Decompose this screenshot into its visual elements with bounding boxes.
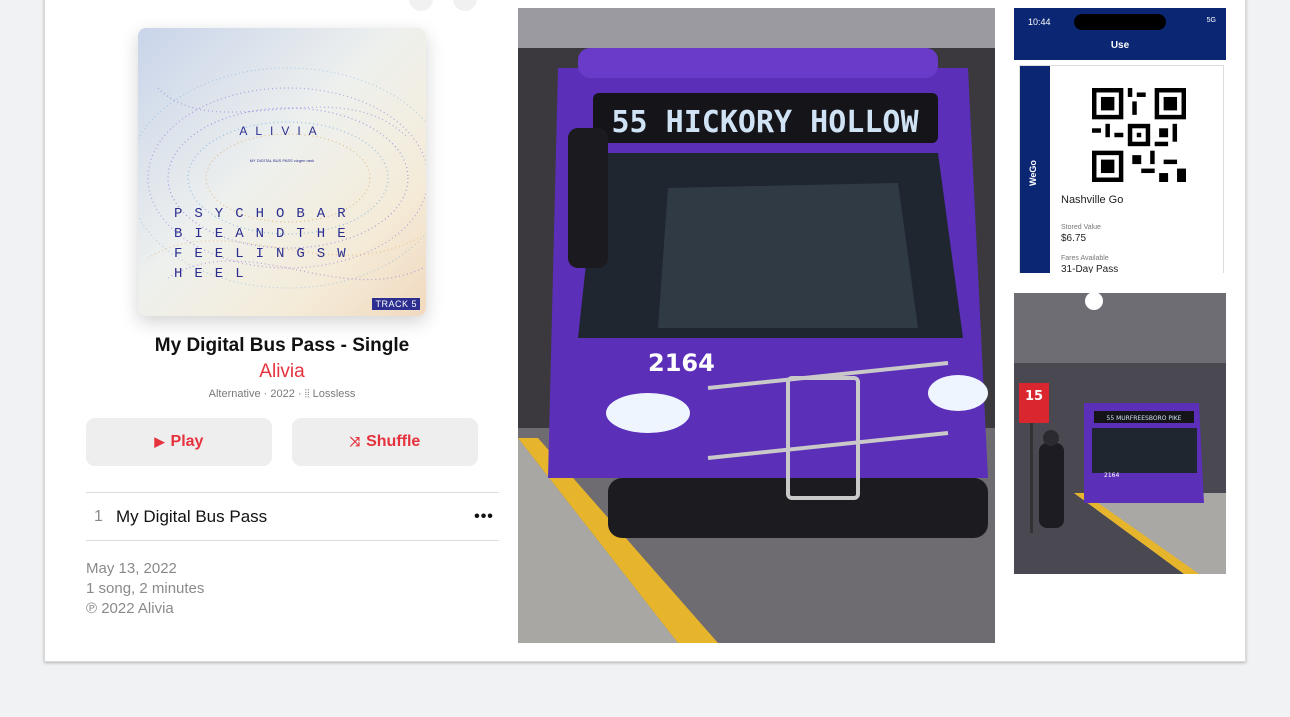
fares-value: 31-Day Pass — [1061, 264, 1119, 273]
track-title: My Digital Bus Pass — [116, 507, 268, 526]
phone-header: 10:44 5G Use — [1014, 8, 1226, 60]
copyright: ℗ 2022 Alivia — [86, 600, 174, 617]
cover-line: FEELINGSW — [174, 246, 358, 262]
small-route-sign: 55 MURFREESBORO PIKE — [1107, 415, 1182, 422]
album-title: My Digital Bus Pass - Single — [154, 335, 410, 356]
phone-time: 10:44 — [1028, 17, 1051, 27]
release-date: May 13, 2022 — [86, 560, 177, 577]
cover-line: HEEL — [174, 266, 256, 282]
stop-sign-number: 15 — [1025, 389, 1043, 404]
shuffle-label: Shuffle — [366, 433, 421, 450]
play-button[interactable]: ▶ Play — [86, 418, 272, 466]
qr-code-icon — [1092, 88, 1186, 182]
album-artist-link[interactable]: Alivia — [45, 361, 519, 383]
signal-indicator: 5G — [1206, 17, 1216, 24]
bus-illustration: 55 HICKORY HOLLOW 2164 — [518, 8, 995, 643]
fares-label: Fares Available — [1061, 255, 1109, 262]
agency-name: Nashville Go — [1061, 194, 1124, 206]
bus-station-photo[interactable]: 55 MURFREESBORO PIKE 2164 15 — [1014, 293, 1226, 574]
pass-card: WeGo Nashville Go Stored Value $6.75 Far… — [1019, 65, 1224, 273]
bus-pass-screenshot[interactable]: 10:44 5G Use WeGo Nashville Go Stored Va… — [1014, 8, 1226, 273]
album-meta: Alternative · 2022 · ⦙⦙ Lossless — [208, 388, 356, 400]
more-options-icon[interactable]: ••• — [469, 508, 499, 526]
album-summary: 1 song, 2 minutes — [86, 580, 205, 597]
cover-subtitle: MY DIGITAL BUS PASS vizgen rank — [249, 158, 315, 163]
use-title: Use — [1110, 40, 1130, 51]
stored-value: $6.75 — [1061, 233, 1087, 244]
cover-title-grid: PSYCHOBAR BIEANDTHE FEELINGSW HEEL — [174, 204, 358, 284]
fleet-number: 2164 — [648, 349, 715, 377]
bus-photo[interactable]: 55 HICKORY HOLLOW 2164 — [518, 8, 995, 643]
route-sign-text: 55 HICKORY HOLLOW — [611, 105, 919, 140]
play-icon: ▶ — [154, 434, 165, 449]
album-footer: May 13, 2022 1 song, 2 minutes ℗ 2022 Al… — [86, 559, 204, 619]
dynamic-island — [1074, 14, 1166, 30]
small-fleet-number: 2164 — [1104, 472, 1119, 479]
cover-line: BIEANDTHE — [174, 226, 358, 242]
pass-strip: WeGo — [1020, 66, 1050, 273]
play-label: Play — [170, 433, 204, 450]
wego-logo: WeGo — [1028, 160, 1038, 186]
album-cover[interactable]: ALIVIA MY DIGITAL BUS PASS vizgen rank P… — [138, 28, 426, 316]
divider — [86, 540, 499, 541]
stored-value-label: Stored Value — [1061, 224, 1101, 231]
more-icon[interactable] — [453, 0, 477, 11]
track-number: 1 — [94, 508, 103, 525]
add-icon[interactable] — [409, 0, 433, 11]
cover-line: PSYCHOBAR — [174, 206, 358, 222]
track-badge: TRACK 5 — [372, 298, 420, 310]
track-row[interactable]: 1 My Digital Bus Pass ••• — [86, 493, 499, 541]
cover-artist-text: ALIVIA — [239, 124, 325, 138]
bus-station-illustration: 55 MURFREESBORO PIKE 2164 15 — [1014, 293, 1226, 574]
shuffle-icon: ⤨ — [349, 434, 361, 449]
content-card: ALIVIA MY DIGITAL BUS PASS vizgen rank P… — [44, 0, 1246, 662]
shuffle-button[interactable]: ⤨ Shuffle — [292, 418, 478, 466]
album-panel: ALIVIA MY DIGITAL BUS PASS vizgen rank P… — [45, 0, 519, 661]
